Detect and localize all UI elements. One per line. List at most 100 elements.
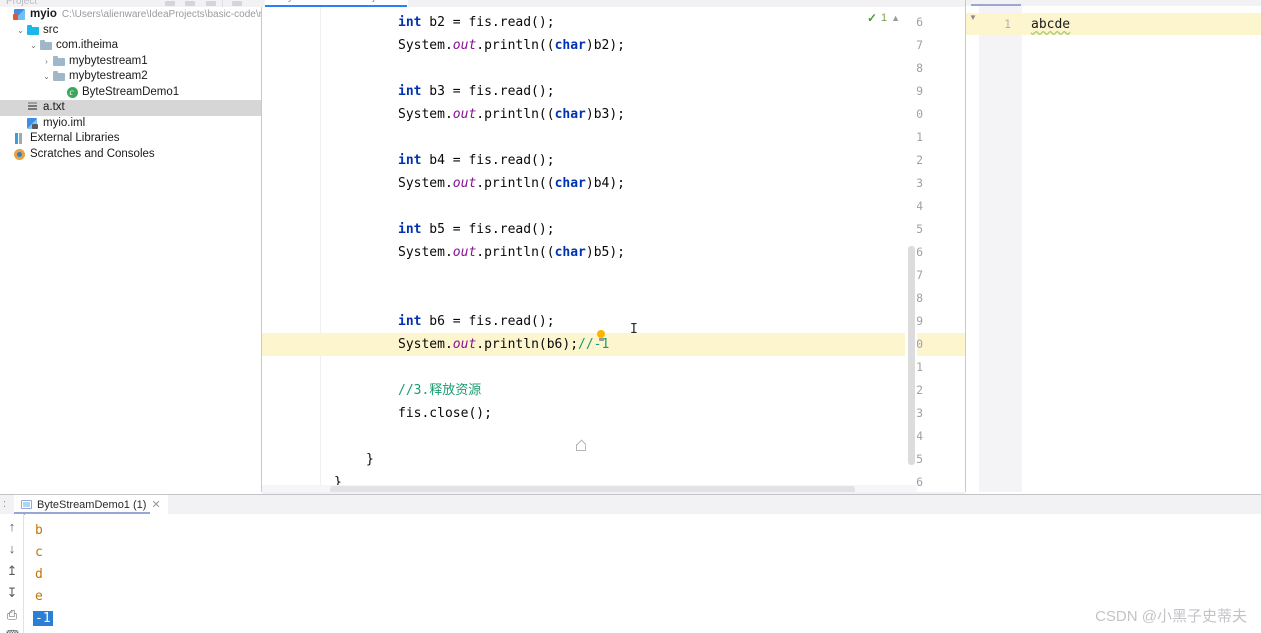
project-toolbar: Project [0, 0, 262, 7]
code-line[interactable]: } [366, 448, 965, 471]
tree-item-bytestreamdemo1[interactable]: ByteStreamDemo1 [0, 85, 261, 101]
text-file-preview-panel[interactable]: a.txt ▼ 1 abcde [965, 0, 1261, 492]
code-line[interactable]: System.out.println((char)b5); [398, 241, 965, 264]
code-line[interactable]: fis.close(); [398, 402, 965, 425]
code-line[interactable]: int b6 = fis.read(); [398, 310, 965, 333]
tree-item-label: src [43, 23, 59, 36]
project-tree-panel[interactable]: myio C:\Users\alienware\IdeaProjects\basi… [0, 7, 262, 492]
preview-body[interactable]: ▼ 1 abcde [966, 6, 1261, 492]
code-token: System. [398, 245, 453, 260]
check-icon: ✓ [866, 11, 878, 25]
tree-item-label: a.txt [43, 101, 65, 113]
chevron-down-icon[interactable]: ⌄ [15, 23, 26, 39]
preview-tab-label[interactable]: a.txt [974, 0, 994, 1]
scroll-down-button[interactable]: ↓ [4, 541, 20, 557]
editor-body[interactable]: 26int b2 = fis.read();27System.out.print… [262, 7, 965, 490]
code-line[interactable]: System.out.println((char)b4); [398, 172, 965, 195]
tree-item-src[interactable]: ⌄ src [0, 23, 261, 39]
console-output-line: b [35, 523, 43, 538]
tree-item-scratches-and-consoles[interactable]: Scratches and Consoles [0, 147, 261, 163]
tree-item-a-txt[interactable]: a.txt [0, 100, 261, 116]
print-button[interactable]: ⎙ [4, 607, 20, 623]
tree-item-external-libraries[interactable]: External Libraries [0, 131, 261, 147]
package-icon [52, 70, 66, 83]
tree-item-mybytestream1[interactable]: › mybytestream1 [0, 54, 261, 70]
chevron-down-icon[interactable]: ⌄ [41, 69, 52, 85]
module-icon [13, 8, 27, 21]
code-token: char [554, 245, 586, 260]
code-line[interactable]: int b4 = fis.read(); [398, 149, 965, 172]
code-fold-marker-icon[interactable] [576, 441, 586, 451]
code-editor[interactable]: ByteStreamDemo1.java 26int b2 = fis.read… [262, 0, 965, 492]
code-token: .println(( [476, 176, 555, 191]
scratches-icon [13, 148, 27, 161]
editor-vertical-scrollbar-thumb[interactable] [908, 246, 915, 465]
run-panel-marker: : [3, 498, 7, 510]
expand-all-icon[interactable] [185, 1, 195, 6]
editor-gutter[interactable] [262, 7, 320, 485]
editor-tab-bar[interactable]: ByteStreamDemo1.java [262, 0, 965, 7]
text-file-icon [26, 101, 40, 114]
code-line[interactable]: System.out.println((char)b2); [398, 34, 965, 57]
code-token: b3 = fis.read(); [421, 84, 555, 99]
run-console-panel[interactable]: : ByteStreamDemo1 (1) ✕ ↑ ↓ ↥ ↧ ⎙ 🗑 bcde -1 CS… [0, 494, 1261, 633]
run-tab-bar[interactable]: : ByteStreamDemo1 (1) ✕ [0, 495, 1261, 515]
text-cursor-icon: I [630, 322, 638, 337]
code-token: fis.close(); [398, 406, 492, 421]
code-line[interactable]: //3.释放资源 [398, 379, 965, 402]
project-path-hint: C:\Users\alienware\IdeaProjects\basic-co… [61, 9, 262, 20]
intention-bulb-icon[interactable] [596, 330, 606, 343]
code-token: char [554, 176, 586, 191]
package-icon [52, 55, 66, 68]
project-panel-title: Project [6, 0, 38, 7]
code-line[interactable]: System.out.println(b6);//-1 [398, 333, 965, 356]
code-token: System. [398, 337, 453, 352]
gutter-separator [320, 7, 321, 485]
chevron-up-icon[interactable]: ▲ [891, 13, 900, 23]
chevron-down-icon[interactable]: ▼ [968, 12, 978, 24]
code-line[interactable]: System.out.println((char)b3); [398, 103, 965, 126]
chevron-right-icon[interactable]: › [41, 54, 52, 70]
code-line[interactable]: int b5 = fis.read(); [398, 218, 965, 241]
source-folder-icon [26, 24, 40, 37]
settings-icon[interactable] [206, 1, 216, 6]
code-line[interactable]: int b3 = fis.read(); [398, 80, 965, 103]
code-token: )b3); [585, 107, 626, 122]
soft-wrap-button[interactable]: ↥ [4, 563, 20, 579]
code-token: //3.释放资源 [398, 383, 482, 398]
external-libraries-icon [13, 132, 27, 145]
code-token: System. [398, 107, 453, 122]
code-token: int [398, 84, 422, 99]
tree-item-mybytestream2[interactable]: ⌄ mybytestream2 [0, 69, 261, 85]
console-output-line: d [35, 567, 43, 582]
tree-item-myio[interactable]: myio C:\Users\alienware\IdeaProjects\basi… [0, 7, 261, 23]
tree-item-myio-iml[interactable]: myio.iml [0, 116, 261, 132]
code-token: )b2); [585, 38, 626, 53]
chevron-down-icon[interactable]: ⌄ [28, 38, 39, 54]
hide-panel-icon[interactable] [232, 1, 242, 6]
tree-item-label: External Libraries [30, 132, 120, 144]
console-toolbar[interactable]: ↑ ↓ ↥ ↧ ⎙ 🗑 [0, 514, 24, 633]
code-token: b4 = fis.read(); [421, 153, 555, 168]
code-token: int [398, 222, 422, 237]
code-token: System. [398, 176, 453, 191]
inspection-count: 1 [881, 12, 888, 24]
tree-item-label: myio [30, 8, 57, 20]
close-icon[interactable]: ✕ [151, 498, 160, 511]
code-token: b6 = fis.read(); [421, 314, 555, 329]
console-output[interactable]: b c d e -1 CSDN @小黑子史蒂夫 [25, 514, 1261, 633]
collapse-all-icon[interactable] [165, 1, 175, 6]
scroll-up-button[interactable]: ↑ [4, 519, 20, 535]
iml-file-icon [26, 117, 40, 130]
preview-gutter-fill [979, 35, 1022, 492]
scroll-to-end-button[interactable]: ↧ [4, 585, 20, 601]
code-token: out [452, 337, 477, 352]
code-token: } [366, 452, 374, 467]
tree-item-com-itheima[interactable]: ⌄ com.itheima [0, 38, 261, 54]
console-output-line: e [35, 589, 43, 604]
clear-all-button[interactable]: 🗑 [4, 629, 21, 633]
console-output-line: c [35, 545, 43, 560]
